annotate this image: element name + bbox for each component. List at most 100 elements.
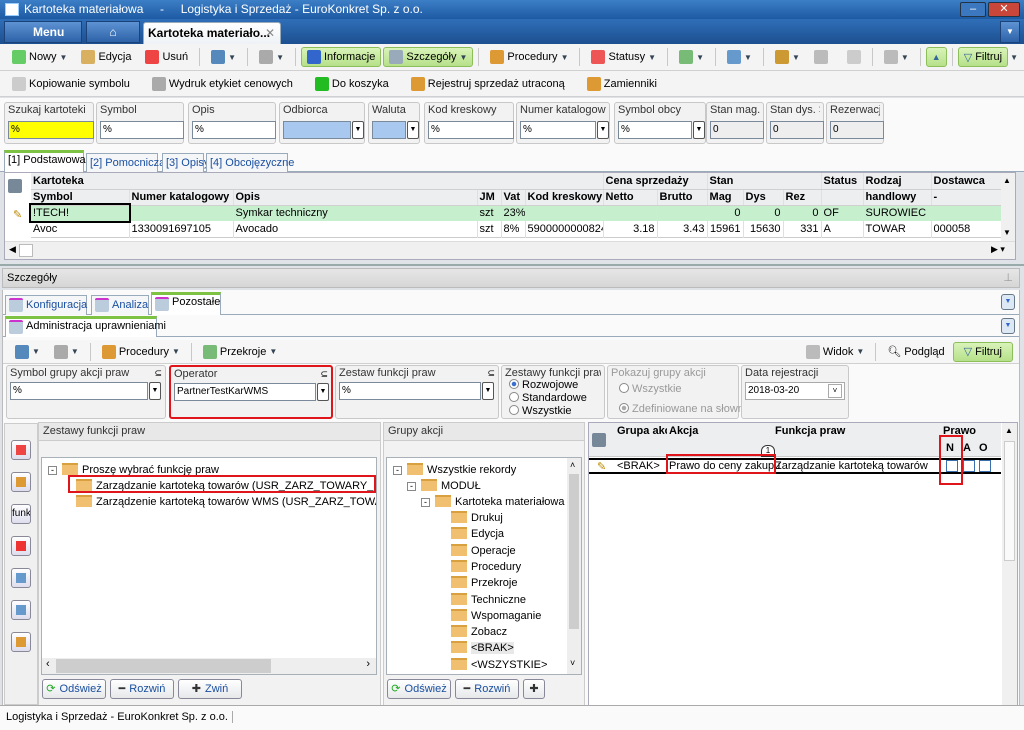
radio-standardowe[interactable]: Standardowe — [505, 392, 601, 405]
tree-item[interactable]: - Wszystkie rekordy — [393, 462, 516, 478]
tab-opisy[interactable]: [3] Opisy — [162, 153, 209, 172]
eye-button[interactable]: ▼ — [721, 47, 758, 67]
filter-input[interactable]: % — [520, 121, 596, 139]
column-header[interactable] — [821, 189, 864, 206]
tree-item[interactable]: - MODUŁ — [407, 478, 481, 494]
collapse-button[interactable]: ✚ Zwiń — [178, 679, 242, 699]
document-icon[interactable] — [11, 568, 31, 588]
tab-konfiguracja[interactable]: Konfiguracja — [5, 295, 87, 315]
filter-input[interactable] — [372, 121, 406, 139]
collapse-button[interactable]: ▲ — [925, 47, 947, 67]
tree-item[interactable]: <BRAK> — [451, 640, 514, 656]
add-button[interactable]: ✚ — [523, 679, 545, 699]
collapse-icon[interactable]: - — [407, 482, 416, 491]
tree-item[interactable]: Wspomaganie — [451, 608, 541, 624]
substitutes-button[interactable]: Zamienniki — [581, 74, 663, 94]
tab-pomocnicza[interactable]: [2] Pomocnicza — [86, 153, 165, 172]
calendar-icon[interactable] — [11, 440, 31, 460]
filter-input[interactable]: % — [100, 121, 184, 139]
filter-button[interactable]: ▽ Filtruj — [952, 341, 1013, 362]
tree-item[interactable]: - Kartoteka materiałowa — [421, 494, 564, 510]
wand-button[interactable] — [841, 47, 867, 67]
close-button[interactable]: ✕ — [988, 2, 1020, 17]
column-header[interactable]: Kod kreskowy — [525, 189, 604, 206]
chevron-down-icon[interactable]: ▼ — [60, 53, 68, 62]
filter-input[interactable]: PartnerTestKarWMS — [174, 383, 316, 401]
copy-symbol-button[interactable]: Kopiowanie symbolu — [6, 74, 136, 94]
tab-obcojezyczne[interactable]: [4] Obcojęzyczne — [206, 153, 294, 172]
dropdown-button[interactable]: ▼ — [149, 382, 161, 400]
radio-1[interactable]: Zdefiniowane na słownik — [611, 399, 752, 419]
stack-button[interactable]: ▼ — [9, 342, 46, 362]
tree-item[interactable]: Operacje — [451, 543, 516, 559]
collapse-icon[interactable]: - — [421, 498, 430, 507]
header-grupa-akcji[interactable]: Grupa akcji — [617, 425, 667, 437]
chevron-down-icon[interactable]: ▼ — [792, 53, 800, 62]
filter-input[interactable]: 0 — [770, 121, 824, 139]
view-button[interactable]: Widok ▼ — [800, 342, 870, 362]
minimize-button[interactable]: – — [960, 2, 986, 17]
dropdown-button[interactable]: ▼ — [693, 121, 705, 139]
tree-vertical-scrollbar[interactable]: ˄ ˅ — [567, 458, 581, 674]
filter-input[interactable]: % — [8, 121, 94, 139]
refresh-button[interactable]: ⟳ Odśwież — [42, 679, 106, 699]
dropdown-button[interactable]: ▼ — [597, 121, 609, 139]
procedures-button[interactable]: Procedury ▼ — [96, 342, 186, 362]
horizontal-scrollbar[interactable]: ◀ ▶ ▾ — [5, 241, 1015, 259]
register-lost-sale-button[interactable]: Rejestruj sprzedaż utraconą — [405, 74, 571, 94]
chevron-down-icon[interactable]: ▼ — [269, 347, 277, 356]
vertical-scrollbar[interactable]: ▲ — [1002, 423, 1017, 705]
dropdown-button[interactable]: ▼ — [407, 121, 419, 139]
tree-item[interactable]: Zobacz — [451, 624, 507, 640]
filter-input[interactable] — [283, 121, 351, 139]
delete-button[interactable]: Usuń — [139, 47, 194, 67]
filter-input[interactable]: 0 — [710, 121, 764, 139]
edit-button[interactable]: Edycja — [75, 47, 137, 67]
tree-item[interactable]: Przekroje — [451, 575, 517, 591]
radio-button[interactable] — [509, 392, 519, 402]
filter-input[interactable]: % — [339, 382, 481, 400]
expand-button[interactable]: ━ Rozwiń — [455, 679, 519, 699]
tab-administracja-uprawnieniami[interactable]: Administracja uprawnieniami — [5, 316, 166, 337]
filter-mode-icon[interactable]: ⊆ — [320, 369, 328, 380]
chevron-down-icon[interactable]: ▼ — [32, 347, 40, 356]
chevron-down-icon[interactable]: ▼ — [744, 53, 752, 62]
layout-button[interactable]: ▼ — [878, 47, 915, 67]
flag-icon[interactable] — [11, 536, 31, 556]
collapse-icon[interactable]: - — [48, 466, 57, 475]
filter-input[interactable]: % — [10, 382, 148, 400]
header-rodzaj[interactable]: Rodzaj — [863, 173, 932, 190]
stack-button[interactable]: ▼ — [205, 47, 242, 67]
checkbox-a[interactable] — [963, 460, 975, 472]
filter-mode-icon[interactable]: ⊆ — [154, 368, 162, 379]
chevron-down-icon[interactable]: ▼ — [460, 53, 468, 62]
tab-pozostale[interactable]: Pozostałe — [151, 292, 221, 315]
tree-horizontal-scrollbar[interactable]: ‹ › — [42, 658, 376, 674]
column-header[interactable]: Rez — [783, 189, 822, 206]
info-button[interactable]: Informacje — [301, 47, 382, 67]
filter-input[interactable]: % — [618, 121, 692, 139]
table-row[interactable]: Avoc 1330091697105 Avocado szt 8% 59000000008… — [31, 221, 1002, 237]
radio-wszystkie[interactable]: Wszystkie — [505, 405, 601, 418]
radio-button[interactable] — [509, 405, 519, 415]
chevron-down-icon[interactable]: ▼ — [648, 53, 656, 62]
radio-0[interactable]: Wszystkie — [611, 379, 735, 399]
header-dostawca[interactable]: Dostawca — [931, 173, 1002, 190]
column-header[interactable]: handlowy — [863, 189, 932, 206]
radio-button[interactable] — [509, 379, 519, 389]
tree-item[interactable]: Drukuj — [451, 510, 503, 526]
filter-input[interactable]: % — [192, 121, 276, 139]
folder-icon[interactable] — [11, 472, 31, 492]
filter-input[interactable]: % — [428, 121, 514, 139]
dropdown-button[interactable]: ▼ — [317, 383, 329, 401]
column-header[interactable]: - — [931, 189, 1002, 206]
window-button[interactable]: ▼ — [673, 47, 710, 67]
add-to-cart-button[interactable]: Do koszyka — [309, 74, 395, 94]
pin-icon[interactable]: ⊥ — [1003, 269, 1013, 287]
tabs-dropdown[interactable]: ▼ — [1000, 21, 1020, 43]
header-a[interactable]: A — [963, 442, 971, 454]
tabs-menu-button[interactable]: ▼ — [1001, 294, 1015, 310]
date-picker-button[interactable]: ˅ — [828, 384, 842, 398]
chevron-down-icon[interactable]: ▼ — [172, 347, 180, 356]
radio-button[interactable] — [619, 403, 629, 413]
